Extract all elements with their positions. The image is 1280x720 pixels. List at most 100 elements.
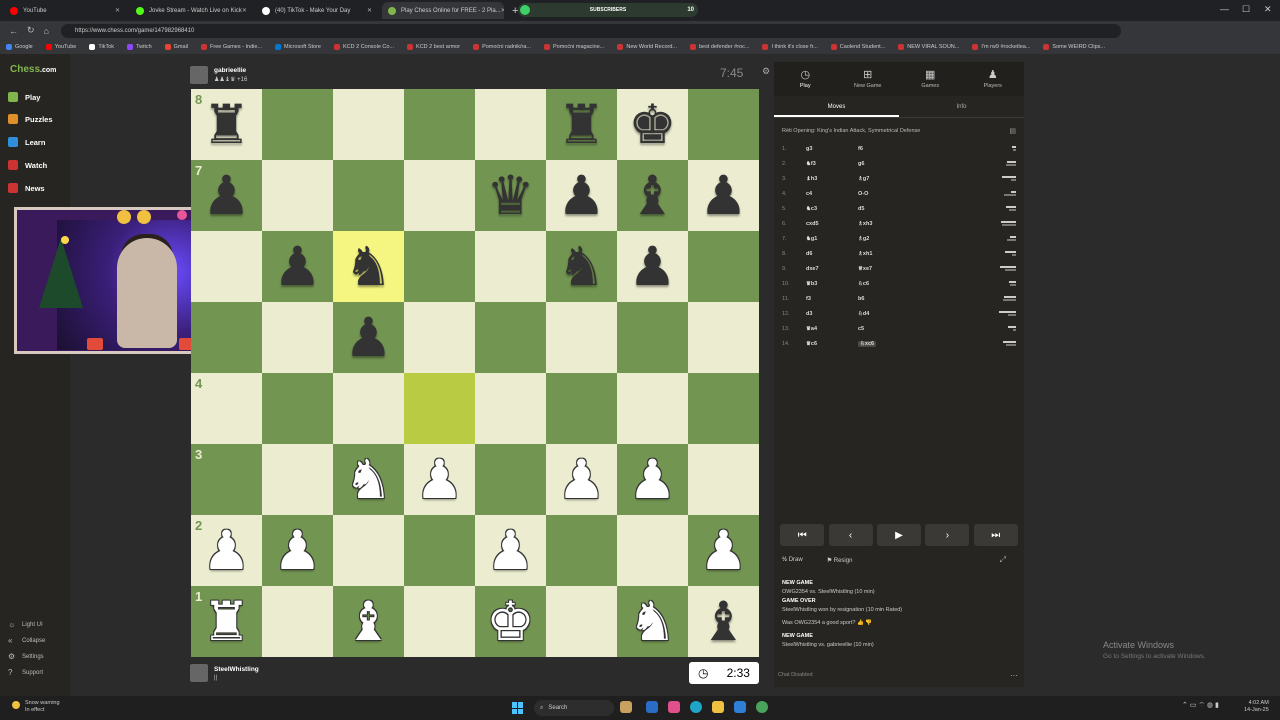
board-square-b8[interactable] xyxy=(262,89,333,160)
black-move[interactable]: c5 xyxy=(858,326,864,332)
board-square-d2[interactable] xyxy=(404,515,475,586)
board-square-g4[interactable] xyxy=(617,373,688,444)
bookmark-item[interactable]: New World Record... xyxy=(617,44,677,50)
system-tray-icons[interactable]: ⌃ ▭ ⌔ ◍ ▮ xyxy=(1182,701,1219,710)
mail-app-icon[interactable] xyxy=(734,701,746,713)
browser-tab[interactable]: Jovke Stream - Watch Live on Kick ✕ xyxy=(130,2,252,19)
bookmark-item[interactable]: best defender #roc... xyxy=(689,44,749,50)
white-move[interactable]: cxd5 xyxy=(806,221,819,227)
chess-board[interactable]: ♜ ♜ ♚ ♟ ♛ ♟ ♝ ♟ ♟ ♞ ♞ ♟ ♟ ♞ ♟ ♟ ♟ ♟ ♟ ♟ ♟ ♜ ♝ ♚ ♞ ♝ 8 7 4 3 2 1 a b c d e f g h xyxy=(191,89,759,657)
avatar[interactable] xyxy=(190,66,208,84)
board-square-f4[interactable] xyxy=(546,373,617,444)
sidebar-item-news[interactable]: News xyxy=(8,183,45,193)
home-icon[interactable]: ⌂ xyxy=(44,26,49,36)
minimize-icon[interactable]: — xyxy=(1220,4,1229,14)
black-move[interactable]: f6 xyxy=(858,146,863,152)
bookmark-item[interactable]: Caolend Student... xyxy=(830,44,885,50)
reload-icon[interactable]: ↻ xyxy=(27,25,35,36)
widgets-icon[interactable] xyxy=(620,701,632,713)
board-square-c8[interactable] xyxy=(333,89,404,160)
black-rook-piece-icon[interactable]: ♜ xyxy=(546,89,617,160)
edge-app-icon[interactable] xyxy=(690,701,702,713)
black-move[interactable]: ♗xh3 xyxy=(858,221,872,227)
black-pawn-piece-icon[interactable]: ♟ xyxy=(262,231,333,302)
taskbar-clock[interactable]: 4:02 AM 14-Jan-25 xyxy=(1244,700,1269,714)
browser-tab[interactable]: YouTube ✕ xyxy=(4,2,126,19)
file-explorer-app-icon[interactable] xyxy=(646,701,658,713)
bookmark-item[interactable]: Pomoćni magacine... xyxy=(543,44,604,50)
black-move[interactable]: g6 xyxy=(858,161,864,167)
board-square-h5[interactable] xyxy=(688,302,759,373)
white-move[interactable]: d3 xyxy=(806,311,812,317)
board-square-e3[interactable] xyxy=(475,444,546,515)
white-pawn-piece-icon[interactable]: ♟ xyxy=(617,444,688,515)
sidebar-collapse[interactable]: « Collapse xyxy=(8,637,45,645)
back-arrow-icon[interactable]: ← xyxy=(9,26,18,36)
bookmark-item[interactable]: Pomoćni radnik/ra... xyxy=(473,44,531,50)
black-pawn-piece-icon[interactable]: ♟ xyxy=(688,160,759,231)
black-move[interactable]: d5 xyxy=(858,206,864,212)
thumbs-up-icon[interactable]: 👍 xyxy=(857,620,864,626)
board-square-a6[interactable] xyxy=(191,231,262,302)
board-square-e4[interactable] xyxy=(475,373,546,444)
board-square-f2[interactable] xyxy=(546,515,617,586)
board-square-e5[interactable] xyxy=(475,302,546,373)
bookmark-item[interactable]: NEW VIRAL SOUN... xyxy=(898,44,959,50)
close-tab-icon[interactable]: ✕ xyxy=(242,7,247,14)
bookmark-item[interactable]: KCD 2 best armor xyxy=(407,44,460,50)
sidebar-support[interactable]: ? Support xyxy=(8,669,43,677)
black-knight-piece-icon[interactable]: ♞ xyxy=(333,231,404,302)
board-square-e8[interactable] xyxy=(475,89,546,160)
board-square-e6[interactable] xyxy=(475,231,546,302)
white-pawn-piece-icon[interactable]: ♟ xyxy=(546,444,617,515)
close-tab-icon[interactable]: ✕ xyxy=(115,7,120,14)
white-move[interactable]: dxe7 xyxy=(806,266,819,272)
chat-options-icon[interactable]: ⋯ xyxy=(1010,671,1018,680)
chess-logo[interactable]: Chess.com xyxy=(10,64,56,75)
board-square-d4[interactable] xyxy=(404,373,475,444)
last-move-button[interactable]: ⏭ xyxy=(973,524,1018,546)
play-moves-button[interactable]: ▶ xyxy=(876,524,921,546)
bookmark-item[interactable]: KCD 2 Console Co... xyxy=(333,44,394,50)
board-square-a5[interactable] xyxy=(191,302,262,373)
board-square-c4[interactable] xyxy=(333,373,404,444)
bookmark-item[interactable]: Twitch xyxy=(127,44,152,50)
board-square-d6[interactable] xyxy=(404,231,475,302)
sidebar-item-play[interactable]: Play xyxy=(8,92,40,102)
white-move[interactable]: f3 xyxy=(806,296,811,302)
bookmark-item[interactable]: Microsoft Store xyxy=(275,44,321,50)
gear-icon[interactable]: ⚙ xyxy=(762,66,770,77)
white-move[interactable]: d6 xyxy=(806,251,812,257)
tab-info[interactable]: Info xyxy=(899,98,1024,117)
weather-widget[interactable]: Snow warning In effect xyxy=(12,700,60,714)
bookmark-item[interactable]: Some WEIRD Clips... xyxy=(1043,44,1105,50)
browser-tab[interactable]: (40) TikTok - Make Your Day ✕ xyxy=(256,2,378,19)
black-pawn-piece-icon[interactable]: ♟ xyxy=(333,302,404,373)
maximize-icon[interactable]: ☐ xyxy=(1242,4,1250,15)
black-bishop-piece-icon[interactable]: ♝ xyxy=(617,160,688,231)
sidebar-item-watch[interactable]: Watch xyxy=(8,160,47,170)
folder-app-icon[interactable] xyxy=(712,701,724,713)
taskbar-search[interactable]: ⌕ Search xyxy=(534,700,614,716)
black-move[interactable]: b6 xyxy=(858,296,864,302)
board-square-b5[interactable] xyxy=(262,302,333,373)
store-app-icon[interactable] xyxy=(668,701,680,713)
board-square-b7[interactable] xyxy=(262,160,333,231)
white-move[interactable]: ♛b3 xyxy=(806,281,817,287)
black-move[interactable]: ♘d4 xyxy=(858,311,869,317)
bookmark-item[interactable]: I think it's close fr... xyxy=(762,44,818,50)
board-square-b3[interactable] xyxy=(262,444,333,515)
tab-play[interactable]: ◷ Play xyxy=(774,62,837,96)
board-square-d5[interactable] xyxy=(404,302,475,373)
white-move[interactable]: ♛c6 xyxy=(806,341,817,347)
opening-name[interactable]: Réti Opening: King's Indian Attack, Symm… xyxy=(782,128,920,134)
book-icon[interactable]: ▤ xyxy=(1009,127,1016,135)
avatar[interactable] xyxy=(190,664,208,682)
black-pawn-piece-icon[interactable]: ♟ xyxy=(617,231,688,302)
white-pawn-piece-icon[interactable]: ♟ xyxy=(688,515,759,586)
tab-moves[interactable]: Moves xyxy=(774,98,899,117)
bookmark-item[interactable]: TikTok xyxy=(89,44,114,50)
black-pawn-piece-icon[interactable]: ♟ xyxy=(546,160,617,231)
tab-players[interactable]: ♟ Players xyxy=(962,62,1025,96)
board-square-c2[interactable] xyxy=(333,515,404,586)
